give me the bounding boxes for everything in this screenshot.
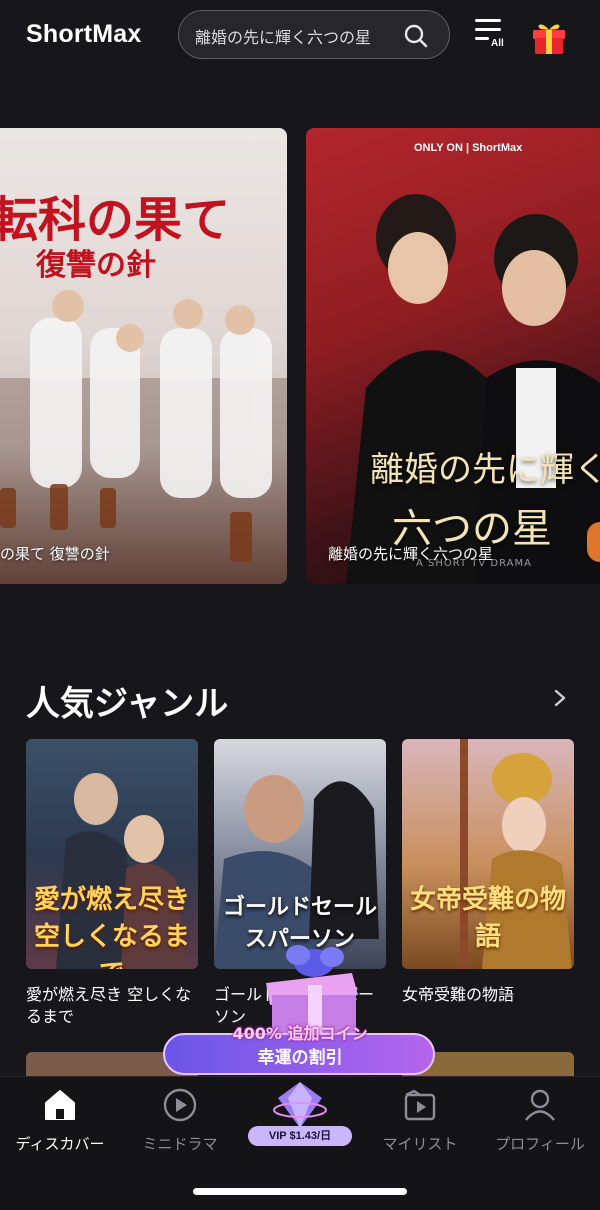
banner-right-only-on: ONLY ON | ShortMax <box>414 142 523 154</box>
menu-all-label: All <box>491 38 504 49</box>
banner-card-left[interactable]: 転科の果て 復讐の針 の果て 復讐の針 <box>0 128 287 584</box>
card-3-label[interactable]: 女帝受難の物語 <box>402 984 574 1006</box>
vip-gem-icon[interactable] <box>272 1080 328 1130</box>
banner-left-caption: の果て 復讐の針 <box>0 545 110 563</box>
card-1-art-title: 愛が燃え尽き空しくなるまで <box>33 885 190 969</box>
playlist-icon <box>404 1089 436 1121</box>
tab-discover[interactable]: ディスカバー <box>0 1077 120 1167</box>
search-icon[interactable] <box>403 23 429 49</box>
genre-card-3[interactable]: 女帝受難の物語 <box>402 739 574 969</box>
tab-profile-label: プロフィール <box>495 1135 585 1153</box>
promo-top-text: 400% 追加コイン <box>232 1024 368 1043</box>
tab-my-list[interactable]: マイリスト <box>360 1077 480 1167</box>
person-icon <box>525 1089 555 1121</box>
card-3-art-title: 女帝受難の物語 <box>409 885 566 952</box>
vip-price-badge[interactable]: VIP $1.43/日 <box>248 1126 352 1146</box>
search-bar[interactable]: 離婚の先に輝く六つの星 <box>178 10 450 59</box>
genre-card-1[interactable]: 愛が燃え尽き空しくなるまで <box>26 739 198 969</box>
banner-left-art-subtitle: 復讐の針 <box>36 248 156 283</box>
carousel-indicator <box>587 522 600 562</box>
gift-icon[interactable] <box>529 16 569 56</box>
tab-mini-drama-label: ミニドラマ <box>142 1135 218 1153</box>
home-indicator <box>193 1188 407 1195</box>
banner-right-art-title-1: 離婚の先に輝く <box>370 450 600 490</box>
home-icon <box>45 1090 75 1120</box>
banner-card-right[interactable]: ONLY ON | ShortMax 離婚の先に輝く 六つの星 A SHORT … <box>306 128 600 584</box>
top-header: ShortMax 離婚の先に輝く六つの星 All <box>0 0 600 72</box>
tab-profile[interactable]: プロフィール <box>480 1077 600 1167</box>
promo-main-text[interactable]: 幸運の割引 <box>0 1043 600 1068</box>
tab-my-list-label: マイリスト <box>382 1135 458 1153</box>
search-input[interactable]: 離婚の先に輝く六つの星 <box>195 24 371 48</box>
app-logo[interactable]: ShortMax <box>26 20 142 49</box>
play-circle-icon <box>163 1088 197 1122</box>
tab-mini-drama[interactable]: ミニドラマ <box>120 1077 240 1167</box>
chevron-right-icon[interactable] <box>550 686 570 710</box>
section-title: 人気ジャンル <box>26 684 229 724</box>
banner-right-caption: 離婚の先に輝く六つの星 <box>328 545 494 563</box>
tab-discover-label: ディスカバー <box>15 1135 105 1153</box>
